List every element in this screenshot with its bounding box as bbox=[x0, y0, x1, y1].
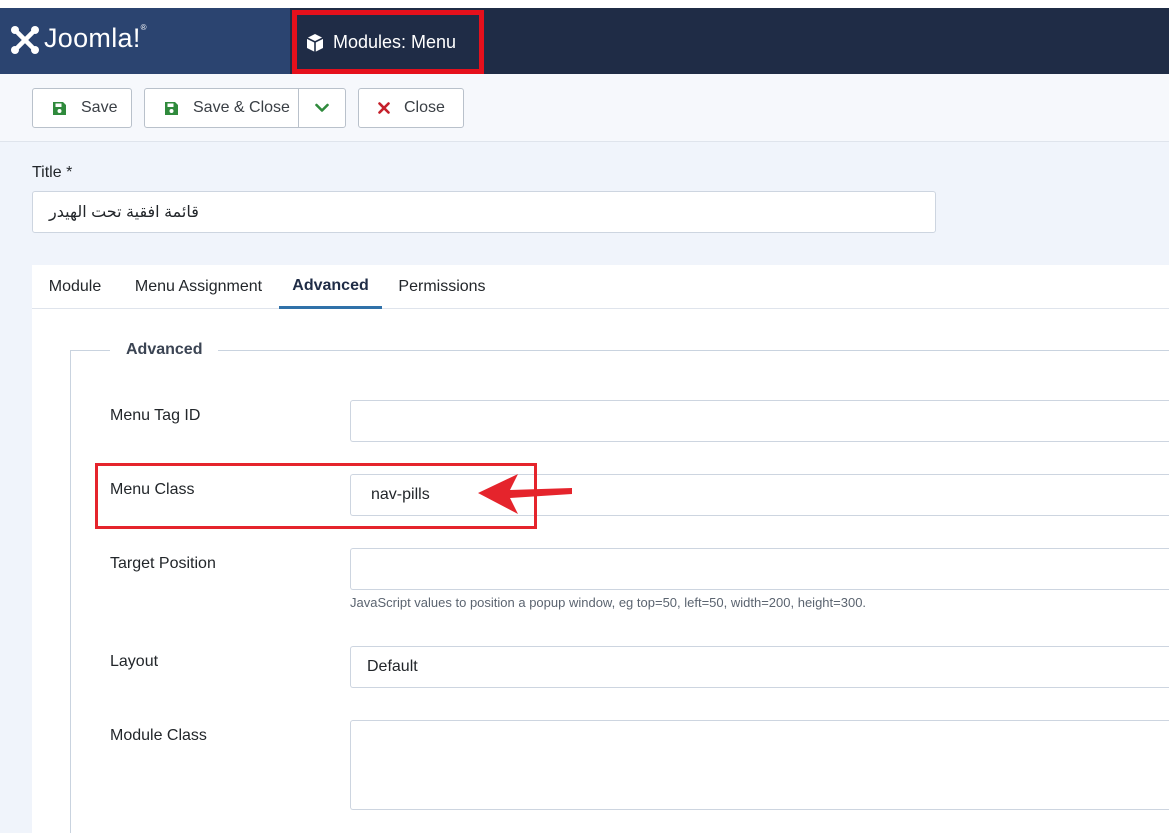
menu-class-label: Menu Class bbox=[110, 481, 195, 498]
tab-bar: Module Menu Assignment Advanced Permissi… bbox=[32, 265, 1169, 309]
menu-tag-id-input[interactable] bbox=[350, 400, 1169, 442]
menu-class-value: nav-pills bbox=[371, 486, 430, 503]
title-label: Title * bbox=[32, 164, 73, 181]
close-label: Close bbox=[404, 99, 445, 116]
header-bar: Joomla!® Modules: Menu bbox=[0, 8, 1169, 74]
toolbar: Save Save & Close Close bbox=[0, 74, 1169, 142]
joomla-logo-icon bbox=[11, 26, 39, 54]
close-button[interactable]: Close bbox=[358, 88, 464, 128]
page-title-text: Modules: Menu bbox=[333, 32, 457, 52]
fieldset-legend: Advanced bbox=[110, 341, 219, 359]
save-close-label: Save & Close bbox=[193, 99, 290, 116]
save-icon bbox=[164, 101, 179, 116]
module-class-textarea[interactable] bbox=[350, 720, 1169, 810]
top-strip bbox=[0, 0, 1169, 8]
save-button[interactable]: Save bbox=[32, 88, 132, 128]
layout-select[interactable]: Default bbox=[350, 646, 1169, 688]
tab-module[interactable]: Module bbox=[32, 265, 118, 309]
chevron-down-icon bbox=[315, 103, 329, 112]
save-label: Save bbox=[81, 99, 118, 116]
target-position-input[interactable] bbox=[350, 548, 1169, 590]
menu-tag-id-label: Menu Tag ID bbox=[110, 407, 201, 424]
page-title-highlight: Modules: Menu bbox=[292, 10, 484, 74]
tab-content-advanced: Advanced Menu Tag ID Menu Class nav-pill… bbox=[32, 309, 1169, 833]
save-options-dropdown-button[interactable] bbox=[298, 88, 346, 128]
title-input[interactable]: قائمة افقية تحت الهيدر bbox=[32, 191, 936, 233]
close-icon bbox=[378, 102, 390, 114]
save-close-button[interactable]: Save & Close bbox=[144, 88, 299, 128]
page-title: Modules: Menu bbox=[305, 32, 456, 53]
tab-menu-assignment[interactable]: Menu Assignment bbox=[118, 265, 279, 309]
tab-advanced[interactable]: Advanced bbox=[279, 265, 382, 309]
menu-class-input[interactable]: nav-pills bbox=[350, 474, 1169, 516]
cube-icon bbox=[306, 33, 324, 52]
module-class-label: Module Class bbox=[110, 727, 207, 744]
layout-value: Default bbox=[367, 658, 418, 675]
save-icon bbox=[52, 101, 67, 116]
target-position-help: JavaScript values to position a popup wi… bbox=[350, 595, 867, 610]
brand-name: Joomla!® bbox=[44, 23, 147, 53]
title-input-value: قائمة افقية تحت الهيدر bbox=[49, 204, 199, 221]
tab-permissions[interactable]: Permissions bbox=[382, 265, 502, 309]
brand-area[interactable]: Joomla!® bbox=[0, 8, 290, 74]
fieldset-border-top bbox=[70, 350, 1169, 351]
fieldset-border-left bbox=[70, 350, 71, 833]
layout-label: Layout bbox=[110, 653, 159, 670]
target-position-label: Target Position bbox=[110, 555, 216, 572]
